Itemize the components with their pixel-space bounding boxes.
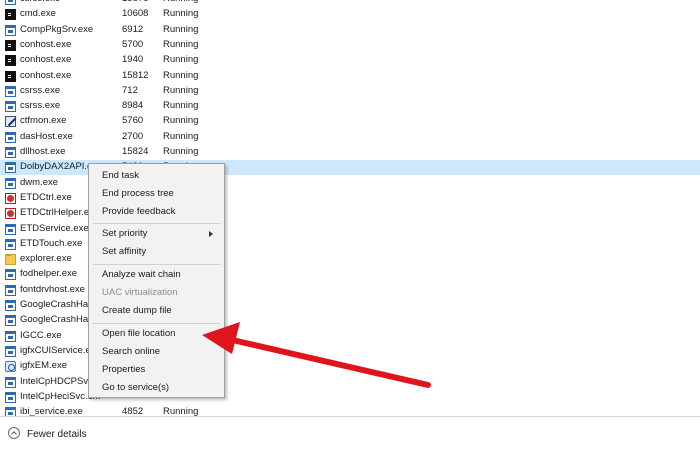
app-window-icon (5, 315, 16, 327)
process-row[interactable]: dasHost.exe 2700 Running (0, 130, 700, 145)
process-status: Running (163, 8, 199, 20)
process-name: dllhost.exe (20, 146, 66, 157)
app-window-icon (5, 269, 16, 281)
menu-item-provide-feedback[interactable]: Provide feedback (102, 206, 175, 217)
process-pid: 5760 (122, 115, 144, 127)
process-name: csrss.exe (20, 100, 61, 112)
process-status: Running (163, 69, 199, 81)
app-window-icon (5, 345, 16, 357)
process-status: Running (163, 38, 199, 50)
pen-icon (5, 116, 16, 128)
menu-separator (93, 264, 220, 265)
process-row[interactable]: ibi_service.exe 4852 Running (0, 405, 700, 416)
process-status: Running (163, 0, 198, 4)
etd-icon (5, 192, 16, 204)
menu-separator (93, 223, 220, 224)
app-window-icon (5, 284, 16, 296)
process-status: Running (163, 100, 199, 112)
console-window-icon (5, 9, 16, 21)
process-pid: 5700 (122, 38, 144, 50)
process-pid: 15876 (122, 0, 148, 4)
process-status: Running (163, 130, 199, 142)
process-name: conhost.exe (20, 54, 72, 66)
process-row[interactable]: conhost.exe 1940 Running (0, 53, 700, 68)
console-window-icon (5, 70, 16, 82)
process-status: Running (163, 146, 199, 157)
process-status: Running (163, 406, 199, 416)
app-window-icon (5, 101, 16, 113)
menu-item-end-process-tree[interactable]: End process tree (102, 188, 174, 199)
menu-item-open-file-location[interactable]: Open file location (102, 328, 175, 339)
menu-separator (93, 323, 220, 324)
menu-item-uac-virtualization: UAC virtualization (102, 287, 178, 298)
etd-icon (5, 208, 16, 220)
fewer-details-link[interactable]: Fewer details (27, 429, 86, 440)
process-row[interactable]: csrss.exe 712 Running (0, 84, 700, 99)
app-window-icon (5, 376, 16, 388)
app-window-icon (5, 177, 16, 189)
menu-item-create-dump-file[interactable]: Create dump file (102, 305, 172, 316)
app-window-icon (5, 24, 16, 36)
process-pid: 6912 (122, 23, 144, 35)
app-window-icon (5, 131, 16, 143)
process-name: conhost.exe (20, 38, 72, 50)
app-window-icon (5, 223, 16, 235)
app-window-icon (5, 0, 16, 5)
folder-icon (5, 254, 16, 266)
process-pid: 1940 (122, 54, 144, 66)
process-name: ibi_service.exe (20, 406, 83, 416)
process-name: csrss.exe (20, 0, 100, 4)
app-window-icon (5, 300, 16, 311)
console-window-icon (5, 55, 16, 67)
process-pid: 10608 (122, 8, 149, 20)
menu-item-set-affinity[interactable]: Set affinity (102, 246, 146, 257)
process-pid: 15812 (122, 69, 149, 81)
console-window-icon (5, 39, 16, 51)
app-window-icon (5, 391, 16, 403)
process-pid: 15824 (122, 146, 149, 157)
app-window-icon (5, 407, 16, 416)
process-status: Running (163, 84, 199, 96)
app-window-icon (5, 147, 16, 158)
process-name: ctfmon.exe (20, 115, 67, 127)
footer-bar: Fewer details (0, 416, 700, 452)
process-row[interactable]: conhost.exe 15812 Running (0, 69, 700, 84)
process-row[interactable]: dllhost.exe 15824 Running (0, 145, 700, 160)
process-pid: 4852 (122, 406, 144, 416)
chevron-right-icon (209, 231, 213, 237)
menu-item-set-priority[interactable]: Set priority (102, 228, 147, 239)
process-status: Running (163, 54, 199, 66)
menu-item-properties[interactable]: Properties (102, 364, 145, 375)
context-menu: End task End process tree Provide feedback… (88, 163, 225, 398)
menu-item-end-task[interactable]: End task (102, 170, 139, 181)
process-row[interactable]: conhost.exe 5700 Running (0, 38, 700, 53)
process-name: dasHost.exe (20, 130, 73, 142)
process-row[interactable]: ctfmon.exe 5760 Running (0, 114, 700, 129)
gear-icon (5, 361, 16, 373)
process-name: CompPkgSrv.exe (20, 23, 94, 35)
process-row[interactable]: CompPkgSrv.exe 6912 Running (0, 23, 700, 38)
app-window-icon (5, 85, 16, 97)
menu-item-analyze-wait-chain[interactable]: Analyze wait chain (102, 269, 181, 280)
process-row[interactable]: cmd.exe 10608 Running (0, 7, 700, 22)
process-status: Running (163, 115, 199, 127)
process-pid: 712 (122, 84, 138, 96)
process-row[interactable]: csrss.exe 15876 Running (0, 0, 700, 7)
app-window-icon (5, 162, 16, 174)
menu-item-search-online[interactable]: Search online (102, 346, 160, 357)
process-row[interactable]: csrss.exe 8984 Running (0, 99, 700, 114)
process-name: conhost.exe (20, 69, 72, 81)
process-name: csrss.exe (20, 84, 61, 96)
process-pid: 2700 (122, 130, 144, 142)
menu-item-go-to-service-s[interactable]: Go to service(s) (102, 382, 169, 393)
app-window-icon (5, 238, 16, 250)
process-pid: 8984 (122, 100, 144, 112)
app-window-icon (5, 330, 16, 342)
chevron-up-circle-icon[interactable] (8, 427, 20, 439)
process-status: Running (163, 23, 199, 35)
process-name: cmd.exe (20, 8, 56, 20)
